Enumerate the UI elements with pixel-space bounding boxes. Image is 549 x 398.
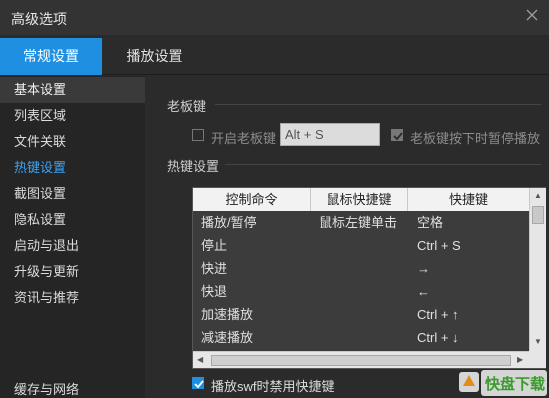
sidebar-item-screenshot[interactable]: 截图设置 [0,181,145,207]
column-header-command[interactable]: 控制命令 [193,188,311,211]
sidebar: 基本设置 列表区域 文件关联 热键设置 截图设置 隐私设置 启动与退出 升级与更… [0,76,145,398]
row-command: 播放/暂停 [201,215,257,230]
horizontal-scroll-thumb[interactable] [211,355,511,366]
row-command: 加速播放 [201,307,254,322]
enable-boss-key-checkbox[interactable] [192,129,204,141]
row-key: Ctrl + S [417,238,461,253]
sidebar-item-news[interactable]: 资讯与推荐 [0,285,145,311]
table-row[interactable]: 播放/暂停 鼠标左键单击 空格 [193,211,529,234]
table-row[interactable]: 减速播放 Ctrl + ↓ [193,326,529,349]
hotkey-table: 控制命令 鼠标快捷键 快捷键 播放/暂停 鼠标左键单击 空格 停止 Ctrl +… [192,187,546,369]
sidebar-item-hotkeys[interactable]: 热键设置 [0,155,145,181]
table-row[interactable]: 快退 ← [193,280,529,303]
sidebar-item-basic[interactable]: 基本设置 [0,77,145,103]
watermark-logo: 快盘下载 [457,366,549,398]
scroll-up-icon[interactable]: ▲ [534,192,542,200]
pause-on-boss-key-checkbox[interactable] [391,129,403,141]
sidebar-item-list-area[interactable]: 列表区域 [0,103,145,129]
boss-key-section-title: 老板键 [167,99,207,114]
disable-swf-hotkeys-checkbox[interactable] [192,377,204,389]
row-command: 减速播放 [201,330,254,345]
title-bar: 高级选项 [0,0,549,35]
scroll-left-icon[interactable]: ◀ [197,356,203,364]
column-header-key[interactable]: 快捷键 [408,188,529,211]
settings-panel: 老板键 开启老板键 Alt + S 老板键按下时暂停播放 热键设置 控制命令 鼠… [145,76,549,398]
row-command: 停止 [201,238,228,253]
row-key: → [417,261,430,276]
tab-bar: 常规设置 播放设置 [0,38,549,75]
vertical-scrollbar[interactable]: ▲ ▼ [529,188,546,351]
enable-boss-key-label: 开启老板键 [211,131,277,146]
pause-on-boss-key-label: 老板键按下时暂停播放 [410,131,541,146]
section-divider [215,104,541,105]
table-row[interactable]: 快进 → [193,257,529,280]
sidebar-item-startup-exit[interactable]: 启动与退出 [0,233,145,259]
row-key: Ctrl + ↑ [417,307,459,322]
tab-general-settings[interactable]: 常规设置 [0,38,102,75]
table-header: 控制命令 鼠标快捷键 快捷键 [193,188,529,211]
vertical-scroll-thumb[interactable] [532,206,544,224]
row-key: 空格 [417,215,444,230]
row-key: Ctrl + ↓ [417,330,459,345]
window-title: 高级选项 [11,11,67,27]
sidebar-item-file-association[interactable]: 文件关联 [0,129,145,155]
disable-swf-hotkeys-label: 播放swf时禁用快捷键 [211,379,335,394]
hotkey-section-title: 热键设置 [167,159,220,174]
row-mouse: 鼠标左键单击 [319,215,398,230]
row-command: 快进 [201,261,228,276]
close-icon[interactable] [525,8,539,22]
check-icon [393,132,403,141]
row-command: 快退 [201,284,228,299]
scroll-down-icon[interactable]: ▼ [534,338,542,346]
row-key: ← [417,284,430,299]
svg-text:快盘下载: 快盘下载 [485,375,545,393]
column-header-mouse[interactable]: 鼠标快捷键 [311,188,408,211]
check-icon [194,380,204,389]
sidebar-item-privacy[interactable]: 隐私设置 [0,207,145,233]
table-row[interactable]: 停止 Ctrl + S [193,234,529,257]
section-divider [225,164,541,165]
table-row[interactable]: 加速播放 Ctrl + ↑ [193,303,529,326]
scroll-right-icon[interactable]: ▶ [517,356,523,364]
tab-playback-settings[interactable]: 播放设置 [102,38,207,75]
boss-key-input[interactable]: Alt + S [280,123,380,146]
sidebar-item-cache-network[interactable]: 缓存与网络 [0,377,145,398]
sidebar-item-update[interactable]: 升级与更新 [0,259,145,285]
